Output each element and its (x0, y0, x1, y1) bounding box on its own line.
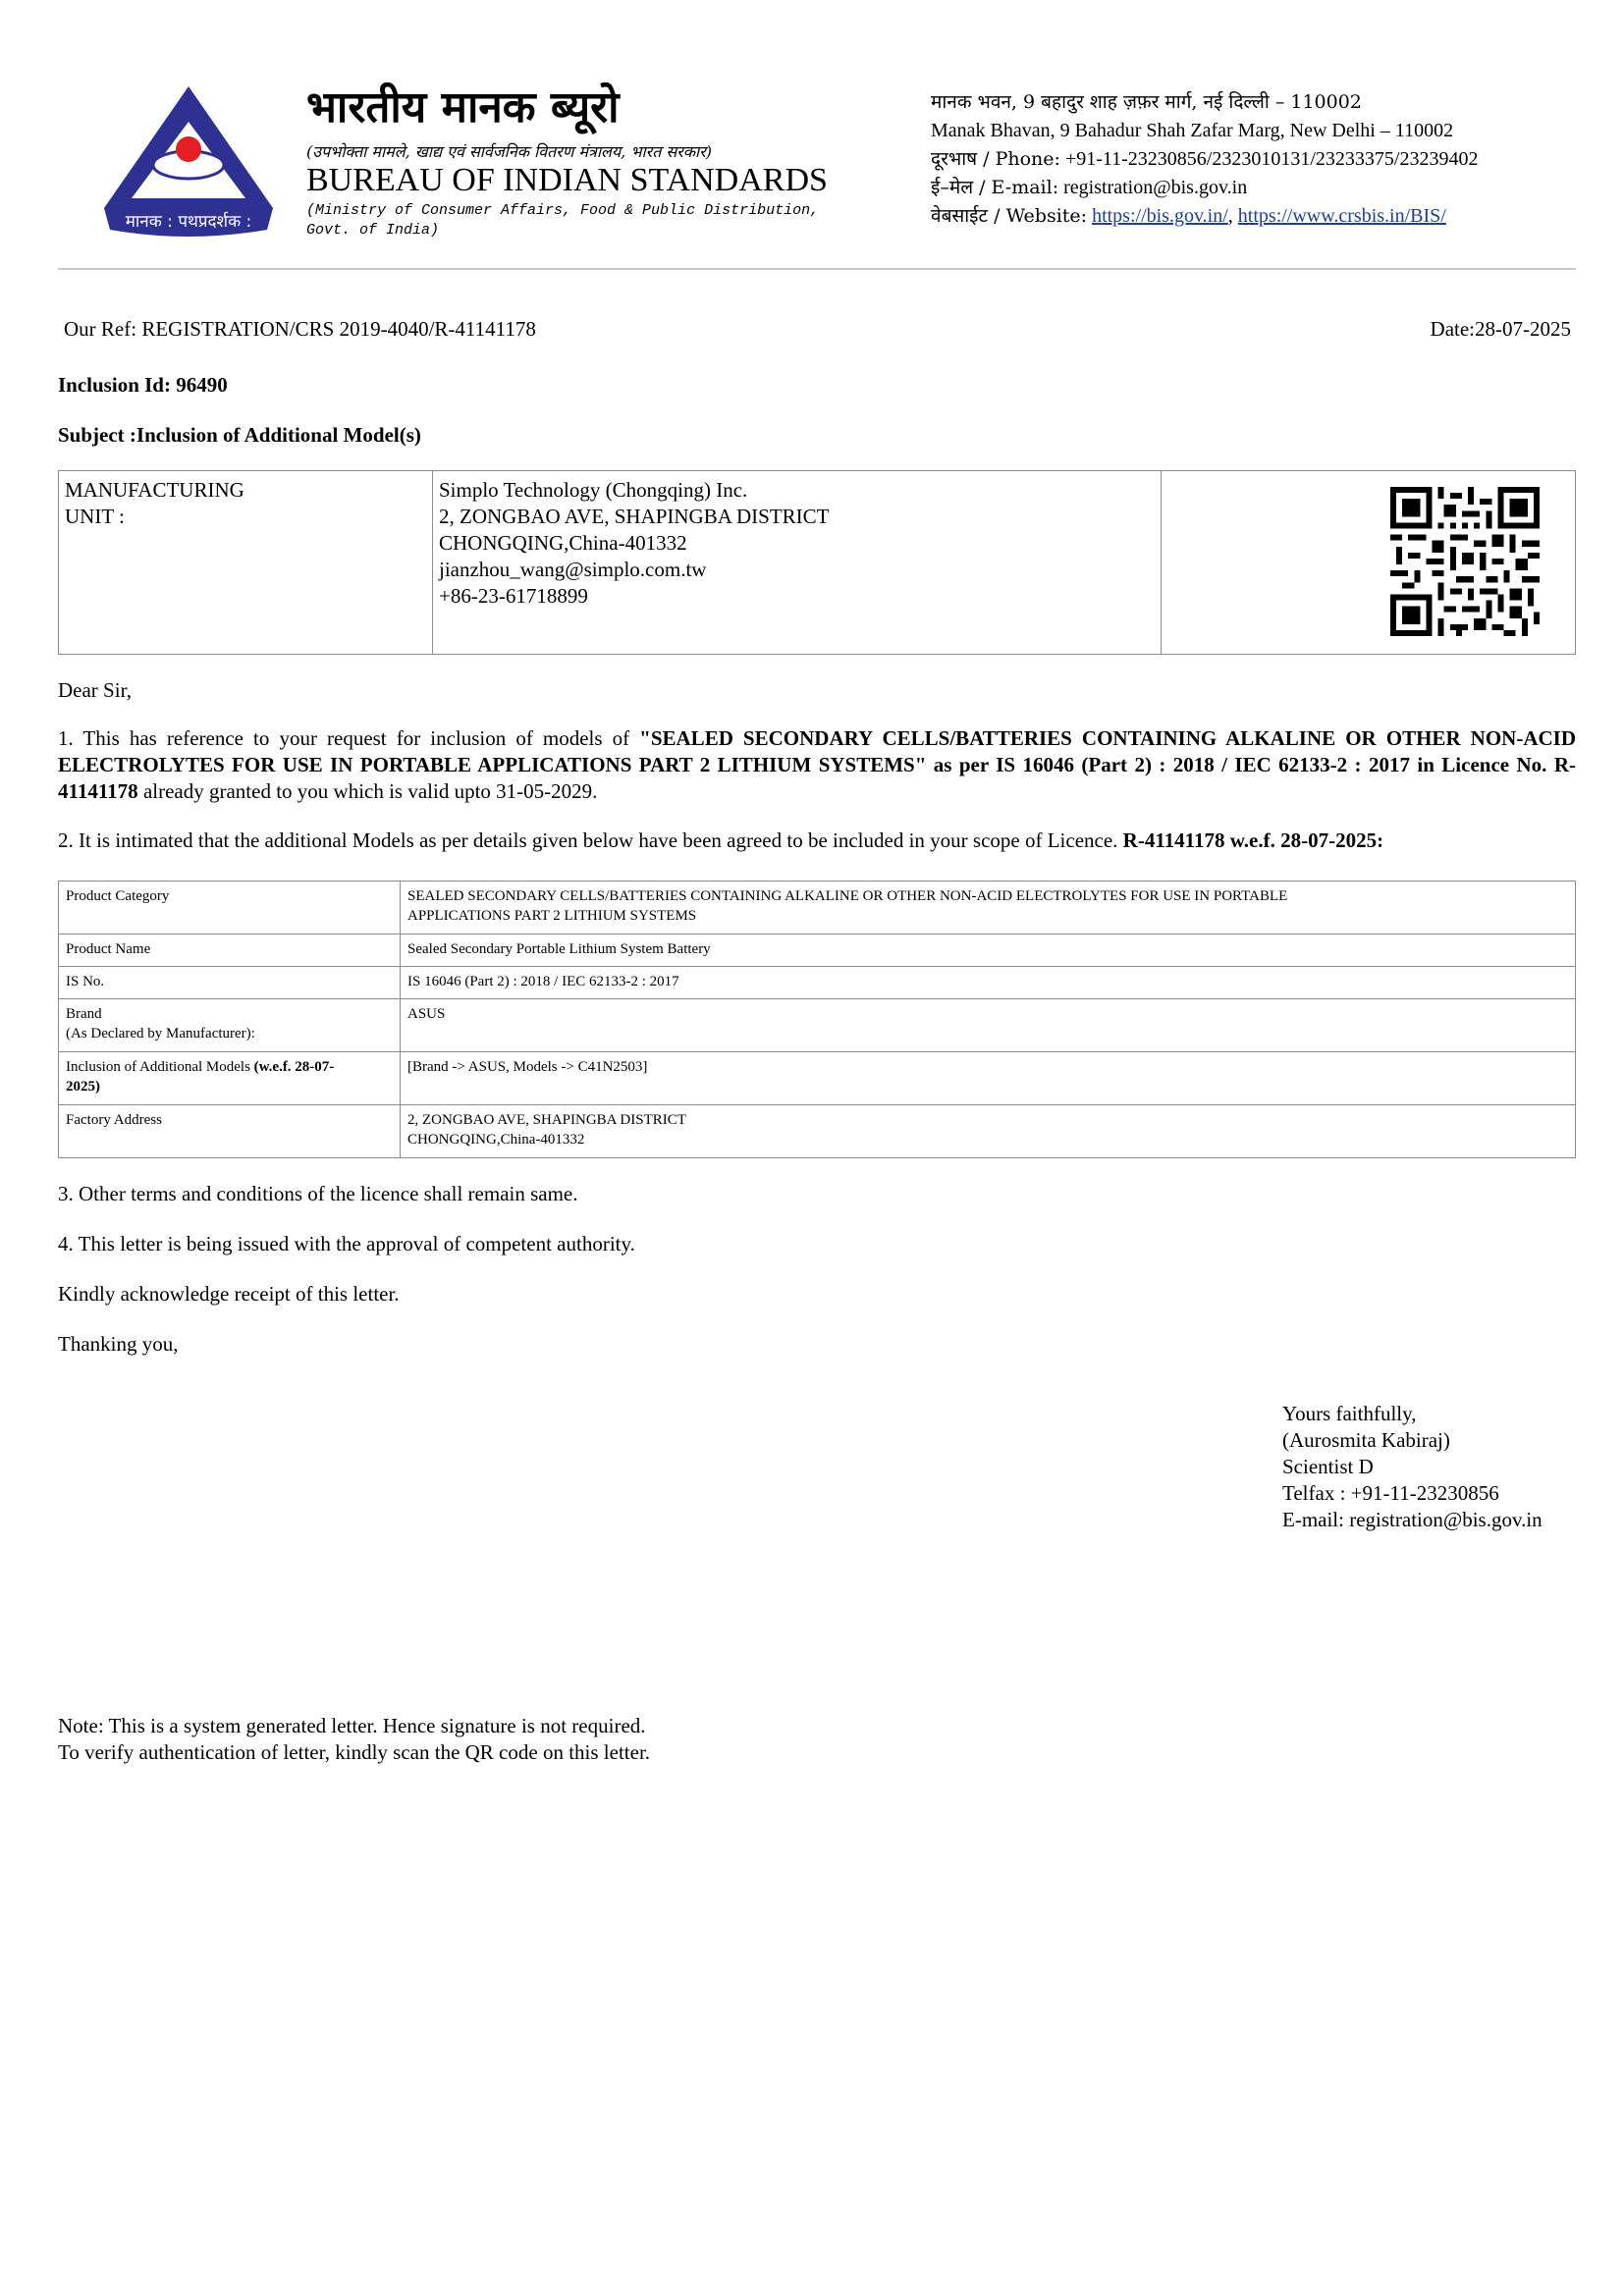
inclusion-label-date: (w.e.f. 28-07- (253, 1059, 335, 1075)
paragraph-1: 1. This has reference to your request fo… (58, 725, 1576, 805)
mfg-label-cell: MANUFACTURING UNIT : (58, 470, 433, 655)
paragraph-2: 2. It is intimated that the additional M… (58, 828, 1576, 854)
inclusion-label-line-2: 2025) (66, 1079, 100, 1095)
hindi-org-name: भारतीय मानक ब्यूरो (306, 82, 620, 133)
factory-address-label: Factory Address (58, 1104, 401, 1158)
signatory-telfax: Telfax : +91-11-23230856 (1282, 1481, 1499, 1505)
p1-intro: 1. This has reference to your request fo… (58, 726, 640, 750)
paragraph-3: 3. Other terms and conditions of the lic… (58, 1182, 578, 1205)
footer-note: Note: This is a system generated letter.… (58, 1713, 650, 1766)
logo-motto: मानक : पथप्रदर्शक : (126, 211, 252, 232)
mfg-email: jianzhou_wang@simplo.com.tw (439, 558, 707, 581)
ministry-line-1: (Ministry of Consumer Affairs, Food & Pu… (306, 202, 820, 219)
brand-label-line-2: (As Declared by Manufacturer): (66, 1026, 255, 1041)
table-row: Inclusion of Additional Models (w.e.f. 2… (58, 1051, 1576, 1105)
letter-page: मानक : पथप्रदर्शक : भारतीय मानक ब्यूरो (… (0, 0, 1624, 2296)
mfg-label-line-2: UNIT : (65, 505, 125, 528)
contact-block: मानक भवन, 9 बहादुर शाह ज़फ़र मार्ग, नई द… (931, 88, 1478, 231)
product-name-value: Sealed Secondary Portable Lithium System… (400, 934, 1576, 967)
org-name: BUREAU OF INDIAN STANDARDS (306, 162, 828, 198)
inclusion-label-text: Inclusion of Additional Models (66, 1059, 254, 1075)
website-link-1[interactable]: https://bis.gov.in/ (1092, 205, 1228, 227)
mfg-company: Simplo Technology (Chongqing) Inc. (439, 478, 748, 502)
is-number-value: IS 16046 (Part 2) : 2018 / IEC 62133-2 :… (400, 966, 1576, 999)
inclusion-value: [Brand -> ASUS, Models -> C41N2503] (400, 1051, 1576, 1105)
our-reference: Our Ref: REGISTRATION/CRS 2019-4040/R-41… (64, 317, 536, 341)
brand-label-line-1: Brand (66, 1006, 102, 1022)
category-label: Product Category (58, 881, 401, 934)
product-details-table: Product Category SEALED SECONDARY CELLS/… (58, 881, 1576, 1158)
factory-address-line-2: CHONGQING,China-401332 (407, 1132, 585, 1148)
email-address: registration@bis.gov.in (1063, 177, 1248, 198)
signatory-name: (Aurosmita Kabiraj) (1282, 1428, 1450, 1452)
email-label: ई–मेल / E-mail: (931, 177, 1059, 198)
table-row: Product Category SEALED SECONDARY CELLS/… (58, 881, 1576, 934)
brand-label: Brand (As Declared by Manufacturer): (58, 998, 401, 1052)
is-number-label: IS No. (58, 966, 401, 999)
letter-date: Date:28-07-2025 (1430, 317, 1571, 341)
qr-code (1390, 487, 1540, 636)
p2-licence: R-41141178 w.e.f. 28-07-2025: (1122, 828, 1384, 852)
hindi-ministry: (उपभोक्ता मामले, खाद्य एवं सार्वजनिक वित… (306, 142, 712, 161)
category-value-line-1: SEALED SECONDARY CELLS/BATTERIES CONTAIN… (407, 888, 1288, 904)
table-row: Factory Address 2, ZONGBAO AVE, SHAPINGB… (58, 1104, 1576, 1158)
address-english: Manak Bhavan, 9 Bahadur Shah Zafar Marg,… (931, 120, 1454, 141)
mfg-label-line-1: MANUFACTURING (65, 478, 244, 502)
website-separator: , (1227, 205, 1233, 227)
inclusion-id: Inclusion Id: 96490 (58, 373, 228, 397)
mfg-address-2: CHONGQING,China-401332 (439, 531, 687, 555)
phone-label: दूरभाष / Phone: (931, 148, 1060, 170)
factory-address-line-1: 2, ZONGBAO AVE, SHAPINGBA DISTRICT (407, 1112, 686, 1128)
signatory-title: Scientist D (1282, 1455, 1374, 1478)
factory-address-value: 2, ZONGBAO AVE, SHAPINGBA DISTRICT CHONG… (400, 1104, 1576, 1158)
p1-validity: already granted to you which is valid up… (137, 779, 598, 803)
bis-logo: मानक : पथप्रदर्शक : (104, 86, 273, 237)
inclusion-label: Inclusion of Additional Models (w.e.f. 2… (58, 1051, 401, 1105)
table-row: IS No. IS 16046 (Part 2) : 2018 / IEC 62… (58, 966, 1576, 999)
category-value: SEALED SECONDARY CELLS/BATTERIES CONTAIN… (400, 881, 1576, 934)
category-value-line-2: APPLICATIONS PART 2 LITHIUM SYSTEMS (407, 908, 697, 924)
mfg-details-cell: Simplo Technology (Chongqing) Inc. 2, ZO… (432, 470, 1162, 655)
product-name-label: Product Name (58, 934, 401, 967)
website-label: वेबसाईट / Website: (931, 205, 1088, 227)
manufacturing-unit-box: MANUFACTURING UNIT : Simplo Technology (… (58, 470, 1576, 655)
qr-cell (1161, 470, 1576, 655)
note-line-2: To verify authentication of letter, kind… (58, 1740, 651, 1764)
phone-line: दूरभाष / Phone: +91-11-23230856/23230101… (931, 145, 1478, 174)
mfg-address-1: 2, ZONGBAO AVE, SHAPINGBA DISTRICT (439, 505, 830, 528)
note-line-1: Note: This is a system generated letter.… (58, 1714, 646, 1737)
paragraph-4: 4. This letter is being issued with the … (58, 1232, 635, 1255)
phone-number: +91-11-23230856/2323010131/23233375/2323… (1064, 148, 1479, 170)
closing: Yours faithfully, (1282, 1402, 1417, 1425)
address-hindi: मानक भवन, 9 बहादुर शाह ज़फ़र मार्ग, नई द… (931, 91, 1362, 113)
ministry-text: (Ministry of Consumer Affairs, Food & Pu… (306, 201, 819, 240)
table-row: Brand (As Declared by Manufacturer): ASU… (58, 998, 1576, 1052)
inclusion-label-line-1: Inclusion of Additional Models (w.e.f. 2… (66, 1057, 393, 1077)
website-line: वेबसाईट / Website: https://bis.gov.in/, … (931, 202, 1478, 231)
subject-line: Subject :Inclusion of Additional Model(s… (58, 423, 421, 447)
paragraph-5: Kindly acknowledge receipt of this lette… (58, 1282, 400, 1306)
email-line: ई–मेल / E-mail: registration@bis.gov.in (931, 174, 1478, 202)
p2-intro: 2. It is intimated that the additional M… (58, 828, 1123, 852)
ministry-line-2: Govt. of India) (306, 222, 440, 239)
brand-value: ASUS (400, 998, 1576, 1052)
salutation: Dear Sir, (58, 678, 132, 702)
signature-block: Yours faithfully, (Aurosmita Kabiraj) Sc… (1282, 1401, 1543, 1533)
header-divider (58, 268, 1576, 270)
signatory-email: E-mail: registration@bis.gov.in (1282, 1508, 1543, 1531)
mfg-phone: +86-23-61718899 (439, 584, 588, 608)
website-link-2[interactable]: https://www.crsbis.in/BIS/ (1238, 205, 1446, 227)
paragraph-6: Thanking you, (58, 1332, 179, 1356)
table-row: Product Name Sealed Secondary Portable L… (58, 934, 1576, 967)
